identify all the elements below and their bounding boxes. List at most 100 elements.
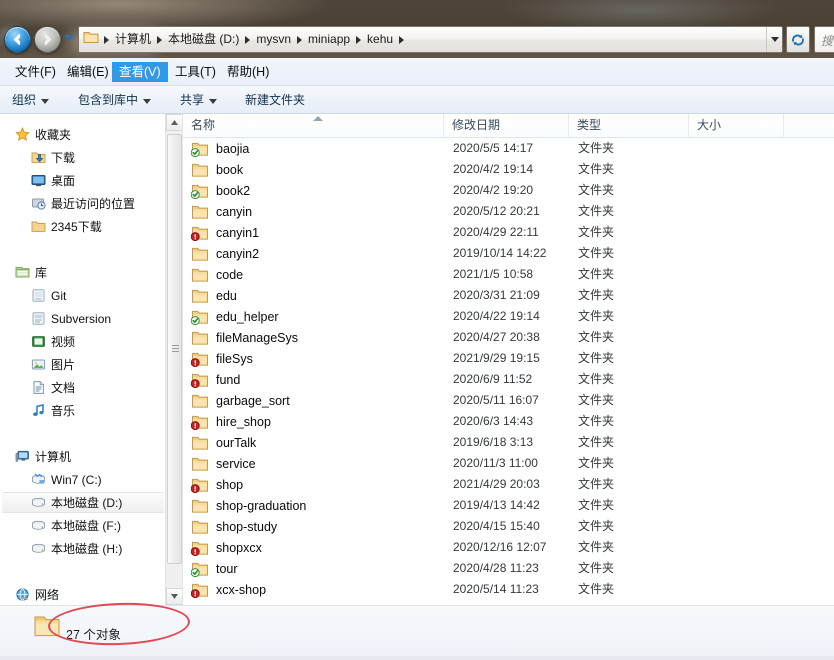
- search-input[interactable]: 搜索 kehu: [814, 26, 834, 53]
- file-name-cell[interactable]: fund: [190, 369, 240, 390]
- sidebar-item-local-disk-d[interactable]: 本地磁盘 (D:): [2, 492, 164, 513]
- back-button[interactable]: [4, 26, 31, 53]
- file-name-cell[interactable]: shop-graduation: [191, 495, 306, 516]
- menu-item-file[interactable]: 文件(F): [8, 62, 63, 82]
- column-header-spacer[interactable]: [783, 114, 834, 137]
- breadcrumb-item-2[interactable]: mysvn: [253, 27, 294, 52]
- sidebar-item-videos[interactable]: 视频: [30, 331, 165, 352]
- table-row[interactable]: code 2021/1/5 10:58 文件夹: [183, 264, 834, 285]
- table-row[interactable]: book 2020/4/2 19:14 文件夹: [183, 159, 834, 180]
- scrollbar-thumb[interactable]: [167, 134, 182, 564]
- scroll-down-button[interactable]: [166, 588, 183, 605]
- file-name-cell[interactable]: shop: [190, 474, 243, 495]
- table-row[interactable]: tour 2020/4/28 11:23 文件夹: [183, 558, 834, 579]
- breadcrumb-separator-3[interactable]: [297, 35, 303, 44]
- table-row[interactable]: baojia 2020/5/5 14:17 文件夹: [183, 138, 834, 159]
- breadcrumb-item-1[interactable]: 本地磁盘 (D:): [165, 27, 242, 52]
- table-row[interactable]: service 2020/11/3 11:00 文件夹: [183, 453, 834, 474]
- sidebar-item-local-disk-f[interactable]: 本地磁盘 (F:): [30, 515, 165, 536]
- breadcrumb-item-3[interactable]: miniapp: [305, 27, 353, 52]
- file-name-cell[interactable]: xcx-shop: [190, 579, 266, 600]
- sidebar-item-pictures[interactable]: 图片: [30, 354, 165, 375]
- table-row[interactable]: shop 2021/4/29 20:03 文件夹: [183, 474, 834, 495]
- file-type-cell: 文件夹: [578, 561, 615, 575]
- file-name-cell[interactable]: edu: [191, 285, 237, 306]
- breadcrumb-separator-2[interactable]: [245, 35, 251, 44]
- file-name-cell[interactable]: code: [191, 264, 243, 285]
- include-in-library-button[interactable]: 包含到库中: [78, 91, 152, 110]
- sidebar-group-libraries[interactable]: 库: [14, 262, 165, 283]
- sidebar-item-downloads[interactable]: 下载: [30, 147, 165, 168]
- table-row[interactable]: shop-graduation 2019/4/13 14:42 文件夹: [183, 495, 834, 516]
- sidebar-item-desktop[interactable]: 桌面: [30, 170, 165, 191]
- column-header-size[interactable]: 大小: [688, 114, 783, 137]
- sidebar-group-computer[interactable]: 计算机: [14, 446, 165, 467]
- file-name-cell[interactable]: book2: [190, 180, 250, 201]
- menu-item-tools[interactable]: 工具(T): [168, 62, 223, 82]
- table-row[interactable]: garbage_sort 2020/5/11 16:07 文件夹: [183, 390, 834, 411]
- sidebar-item-subversion[interactable]: Subversion: [30, 308, 165, 329]
- table-row[interactable]: canyin 2020/5/12 20:21 文件夹: [183, 201, 834, 222]
- file-name-cell[interactable]: canyin2: [191, 243, 259, 264]
- sidebar-item-2345download[interactable]: 2345下载: [30, 216, 165, 237]
- table-row[interactable]: ourTalk 2019/6/18 3:13 文件夹: [183, 432, 834, 453]
- table-row[interactable]: fileSys 2021/9/29 19:15 文件夹: [183, 348, 834, 369]
- table-row[interactable]: hire_shop 2020/6/3 14:43 文件夹: [183, 411, 834, 432]
- breadcrumb-separator-0[interactable]: [104, 35, 109, 44]
- file-name-cell[interactable]: tour: [190, 558, 238, 579]
- column-header-type[interactable]: 类型: [568, 114, 688, 137]
- sidebar-item-documents[interactable]: 文档: [30, 377, 165, 398]
- file-name-cell[interactable]: edu_helper: [190, 306, 279, 327]
- folder-icon: [191, 519, 209, 535]
- table-row[interactable]: shopxcx 2020/12/16 12:07 文件夹: [183, 537, 834, 558]
- forward-button[interactable]: [34, 26, 61, 53]
- menu-item-help[interactable]: 帮助(H): [220, 62, 276, 82]
- file-name-cell[interactable]: canyin1: [190, 222, 259, 243]
- new-folder-button[interactable]: 新建文件夹: [245, 91, 305, 110]
- breadcrumb-separator-5[interactable]: [399, 35, 405, 44]
- file-name-cell[interactable]: book: [191, 159, 243, 180]
- navigation-pane-scrollbar[interactable]: [165, 114, 183, 605]
- sidebar-group-favorites[interactable]: 收藏夹: [14, 124, 165, 145]
- file-name-cell[interactable]: fileManageSys: [191, 327, 298, 348]
- refresh-button[interactable]: [786, 26, 810, 53]
- file-date-cell: 2020/4/27 20:38: [453, 330, 540, 344]
- file-name-cell[interactable]: baojia: [190, 138, 249, 159]
- file-name-cell[interactable]: fileSys: [190, 348, 253, 369]
- file-name-cell[interactable]: hire_shop: [190, 411, 271, 432]
- menu-item-edit[interactable]: 编辑(E): [60, 62, 116, 82]
- file-name-cell[interactable]: canyin: [191, 201, 252, 222]
- sidebar-item-win7-c[interactable]: Win7 (C:): [30, 469, 165, 490]
- table-row[interactable]: edu 2020/3/31 21:09 文件夹: [183, 285, 834, 306]
- file-name-cell[interactable]: shop-study: [191, 516, 277, 537]
- breadcrumb-separator-4[interactable]: [356, 35, 362, 44]
- address-bar[interactable]: 计算机 本地磁盘 (D:) mysvn miniapp kehu: [78, 26, 783, 53]
- file-name-cell[interactable]: ourTalk: [191, 432, 256, 453]
- table-row[interactable]: book2 2020/4/2 19:20 文件夹: [183, 180, 834, 201]
- breadcrumb-separator-1[interactable]: [157, 35, 163, 44]
- table-row[interactable]: xcx-shop 2020/5/14 11:23 文件夹: [183, 579, 834, 600]
- file-name-cell[interactable]: service: [191, 453, 256, 474]
- breadcrumb-item-4[interactable]: kehu: [364, 27, 396, 52]
- table-row[interactable]: fund 2020/6/9 11:52 文件夹: [183, 369, 834, 390]
- file-name-cell[interactable]: shopxcx: [190, 537, 262, 558]
- sidebar-item-recent-places[interactable]: 最近访问的位置: [30, 193, 165, 214]
- sidebar-item-local-disk-h[interactable]: 本地磁盘 (H:): [30, 538, 165, 559]
- table-row[interactable]: canyin1 2020/4/29 22:11 文件夹: [183, 222, 834, 243]
- table-row[interactable]: canyin2 2019/10/14 14:22 文件夹: [183, 243, 834, 264]
- address-dropdown-button[interactable]: [766, 27, 782, 52]
- table-row[interactable]: shop-study 2020/4/15 15:40 文件夹: [183, 516, 834, 537]
- table-row[interactable]: edu_helper 2020/4/22 19:14 文件夹: [183, 306, 834, 327]
- menu-item-view[interactable]: 查看(V): [112, 62, 168, 82]
- sidebar-item-git[interactable]: Git: [30, 285, 165, 306]
- recent-pages-button[interactable]: [64, 35, 74, 41]
- file-name-cell[interactable]: garbage_sort: [191, 390, 290, 411]
- scroll-up-button[interactable]: [166, 114, 183, 131]
- table-row[interactable]: fileManageSys 2020/4/27 20:38 文件夹: [183, 327, 834, 348]
- organize-button[interactable]: 组织: [12, 91, 50, 110]
- sidebar-item-music[interactable]: 音乐: [30, 400, 165, 421]
- column-header-date-modified[interactable]: 修改日期: [443, 114, 568, 137]
- breadcrumb-item-0[interactable]: 计算机: [112, 27, 154, 52]
- sidebar-group-network[interactable]: 网络: [14, 584, 165, 605]
- share-button[interactable]: 共享: [180, 91, 218, 110]
